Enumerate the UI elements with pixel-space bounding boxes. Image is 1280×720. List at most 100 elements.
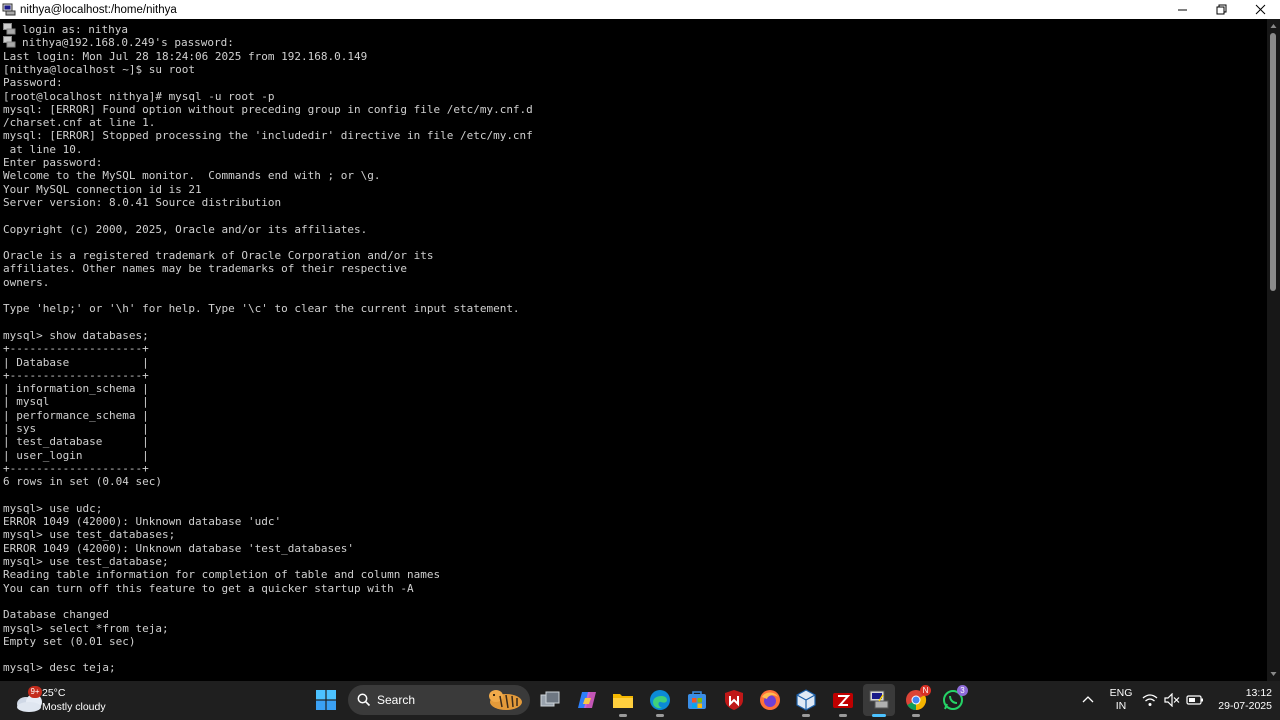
chevron-up-icon (1082, 696, 1094, 703)
terminal-line: owners. (3, 275, 50, 289)
clock[interactable]: 13:12 29-07-2025 (1208, 687, 1272, 713)
terminal-line: Welcome to the MySQL monitor. Commands e… (3, 169, 381, 183)
restore-button[interactable] (1202, 0, 1241, 19)
terminal-line: login as: nithya (22, 23, 128, 36)
whatsapp-badge: 3 (957, 685, 968, 696)
putty-taskbar-button[interactable] (863, 684, 895, 717)
terminal-line: | information_schema | (3, 382, 149, 396)
scrollbar-thumb[interactable] (1270, 33, 1276, 291)
taskbar-search-box[interactable]: Search (348, 685, 530, 715)
wifi-icon (1142, 694, 1158, 706)
show-hidden-icons-button[interactable] (1078, 690, 1098, 710)
terminal-line: Enter password: (3, 156, 103, 169)
terminal-line: ERROR 1049 (42000): Unknown database 'ud… (3, 515, 282, 529)
terminal-line: +--------------------+ (3, 368, 149, 382)
battery-icon (1186, 695, 1203, 705)
start-button[interactable] (310, 684, 342, 716)
quick-settings-button[interactable] (1142, 690, 1204, 710)
microsoft-store-button[interactable] (681, 684, 713, 716)
running-indicator (912, 714, 920, 717)
terminal-line: mysql: [ERROR] Found option without prec… (3, 102, 533, 116)
window-titlebar[interactable]: nithya@localhost:/home/nithya (0, 0, 1280, 19)
clock-time: 13:12 (1245, 687, 1272, 699)
terminal-line: Copyright (c) 2000, 2025, Oracle and/or … (3, 222, 368, 236)
close-button[interactable] (1241, 0, 1280, 19)
terminal-line: Server version: 8.0.41 Source distributi… (3, 195, 282, 209)
language-code: ENG (1109, 687, 1133, 699)
minimize-button[interactable] (1163, 0, 1202, 19)
minimize-icon (1178, 9, 1187, 11)
weather-widget[interactable]: 9+ 25°C Mostly cloudy (12, 684, 112, 717)
copilot-button[interactable] (571, 684, 603, 716)
terminal-line: Last login: Mon Jul 28 18:24:06 2025 fro… (3, 49, 368, 63)
terminal-line: Database changed (3, 608, 109, 622)
scroll-down-arrow-icon[interactable] (1267, 669, 1280, 679)
putty-icon (869, 690, 889, 709)
terminal-line: at line 10. (3, 142, 83, 156)
terminal-line: Password: (3, 76, 63, 90)
speaker-muted-icon (1164, 693, 1180, 707)
scroll-up-arrow-icon[interactable] (1267, 21, 1280, 31)
terminal-line: mysql: [ERROR] Stopped processing the 'i… (3, 129, 533, 143)
terminal-line: mysql> use test_databases; (3, 528, 176, 542)
terminal-line: Your MySQL connection id is 21 (3, 182, 202, 196)
weather-badge: 9+ (28, 686, 42, 698)
terminal-line: mysql> desc teja; (3, 661, 116, 675)
terminal-line: [root@localhost nithya]# mysql -u root -… (3, 89, 275, 103)
task-view-button[interactable] (534, 684, 566, 716)
terminal-line: affiliates. Other names may be trademark… (3, 262, 407, 276)
language-indicator[interactable]: ENG IN (1106, 687, 1136, 713)
running-indicator (656, 714, 664, 717)
whatsapp-button[interactable]: 3 (937, 684, 969, 716)
running-indicator (802, 714, 810, 717)
firefox-icon (760, 690, 780, 710)
filezilla-icon (833, 693, 853, 708)
terminal-line: | user_login | (3, 448, 149, 462)
terminal-line: Type 'help;' or '\h' for help. Type '\c'… (3, 302, 520, 316)
weather-temp: 25°C (42, 687, 66, 699)
putty-small-icon (3, 23, 16, 35)
running-indicator (839, 714, 847, 717)
store-icon (688, 691, 706, 709)
terminal-line: | test_database | (3, 435, 149, 449)
terminal-line: | mysql | (3, 395, 149, 409)
terminal-line: mysql> show databases; (3, 328, 149, 342)
window-title: nithya@localhost:/home/nithya (20, 3, 177, 16)
terminal-line: Empty set (0.01 sec) (3, 634, 136, 648)
firefox-button[interactable] (754, 684, 786, 716)
chrome-badge: N (920, 685, 931, 696)
search-label: Search (377, 693, 416, 707)
task-view-icon (540, 691, 560, 707)
filezilla-button[interactable] (827, 684, 859, 717)
terminal-line: 6 rows in set (0.04 sec) (3, 475, 162, 489)
terminal-line: nithya@192.168.0.249's password: (22, 36, 234, 50)
virtualbox-icon (796, 689, 816, 711)
terminal-output[interactable]: login as: nithya nithya@192.168.0.249's … (0, 19, 1267, 681)
terminal-line: Oracle is a registered trademark of Orac… (3, 249, 434, 263)
edge-button[interactable] (644, 684, 676, 717)
tiger-search-highlight-icon (489, 690, 522, 710)
putty-app-icon (2, 3, 16, 16)
clock-date: 29-07-2025 (1218, 700, 1272, 712)
terminal-line: +--------------------+ (3, 342, 149, 356)
restore-icon (1216, 4, 1227, 15)
terminal-line: +--------------------+ (3, 461, 149, 475)
terminal-line: Reading table information for completion… (3, 568, 441, 582)
copilot-icon (578, 692, 596, 708)
terminal-line: mysql> use test_database; (3, 555, 169, 568)
weather-condition: Mostly cloudy (42, 701, 106, 713)
region-code: IN (1115, 700, 1127, 712)
taskbar: 9+ 25°C Mostly cloudy Search N 3 ENG IN … (0, 681, 1280, 720)
folder-icon (613, 694, 633, 708)
terminal-line: mysql> select *from teja; (3, 621, 169, 635)
close-icon (1255, 4, 1266, 15)
terminal-scrollbar[interactable] (1267, 19, 1280, 681)
chrome-button[interactable]: N (900, 684, 932, 717)
mcafee-button[interactable] (718, 684, 750, 716)
mcafee-shield-icon (725, 690, 743, 710)
terminal-line: | sys | (3, 422, 149, 435)
virtualbox-button[interactable] (790, 684, 822, 717)
file-explorer-button[interactable] (607, 684, 639, 717)
active-indicator (872, 714, 886, 717)
terminal-line: | Database | (3, 355, 149, 369)
